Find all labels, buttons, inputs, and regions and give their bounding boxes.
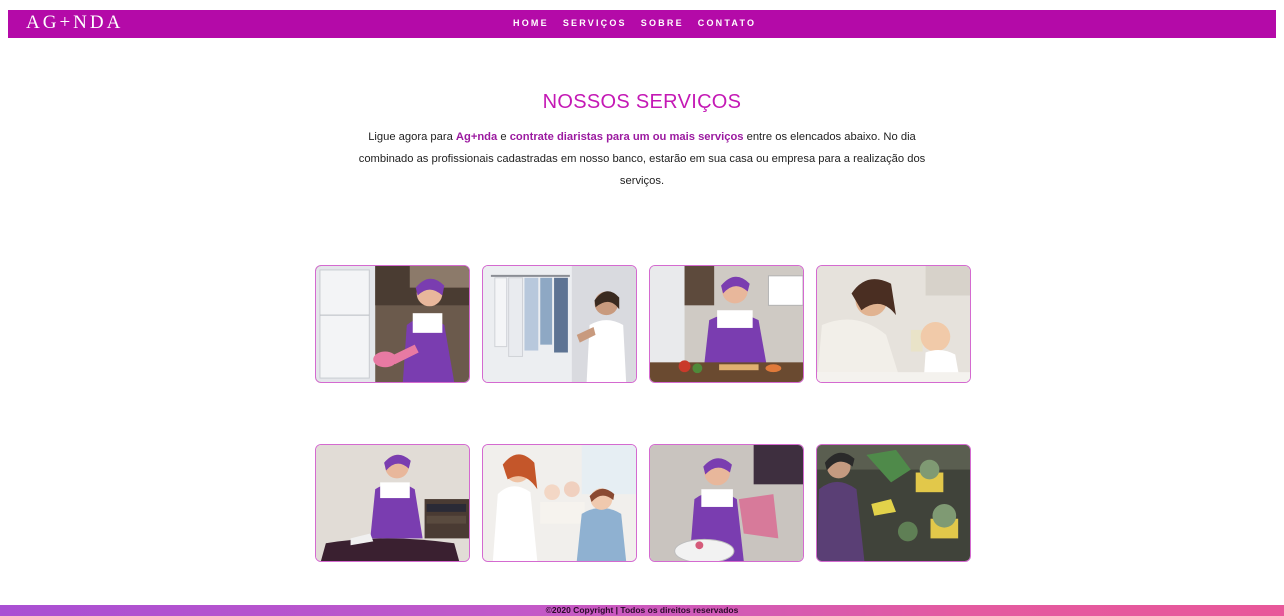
- service-card-cooking[interactable]: [649, 265, 804, 383]
- nav-link-contato[interactable]: CONTATO: [698, 17, 756, 29]
- laundry-photo: [650, 445, 803, 561]
- service-card-laundry[interactable]: [649, 444, 804, 562]
- wardrobe-organizing-photo: [483, 266, 636, 382]
- cooking-photo: [650, 266, 803, 382]
- nav-menu: HOME SERVIÇOS SOBRE CONTATO: [513, 17, 756, 29]
- babysitting-photo: [817, 266, 970, 382]
- intro-text-2: e: [497, 131, 510, 143]
- service-card-wardrobe[interactable]: [482, 265, 637, 383]
- service-card-babysitting[interactable]: [816, 265, 971, 383]
- brand-logo[interactable]: AG+NDA: [26, 13, 123, 33]
- intro-brand: Ag+nda: [455, 131, 498, 143]
- elderly-care-photo: [483, 445, 636, 561]
- nav-link-servicos[interactable]: SERVIÇOS: [563, 17, 627, 29]
- intro-text-1: Ligue agora para: [368, 131, 456, 143]
- cleaning-photo: [316, 266, 469, 382]
- nav-link-sobre[interactable]: SOBRE: [641, 17, 684, 29]
- intro-highlight: contrate diaristas para um ou mais servi…: [509, 131, 744, 143]
- nav-link-home[interactable]: HOME: [513, 17, 549, 29]
- gardening-photo: [817, 445, 970, 561]
- page: AG+NDA HOME SERVIÇOS SOBRE CONTATO NOSSO…: [0, 0, 1284, 616]
- service-card-gardening[interactable]: [816, 444, 971, 562]
- service-card-ironing[interactable]: [315, 444, 470, 562]
- services-title: NOSSOS SERVIÇOS: [542, 91, 742, 113]
- services-intro: Ligue agora para Ag+nda e contrate diari…: [340, 126, 944, 192]
- service-card-cleaning[interactable]: [315, 265, 470, 383]
- top-navbar: AG+NDA HOME SERVIÇOS SOBRE CONTATO: [8, 10, 1276, 38]
- ironing-photo: [316, 445, 469, 561]
- service-card-elderly-care[interactable]: [482, 444, 637, 562]
- footer: ©2020 Copyright | Todos os direitos rese…: [0, 605, 1284, 616]
- copyright-text: ©2020 Copyright | Todos os direitos rese…: [545, 605, 739, 615]
